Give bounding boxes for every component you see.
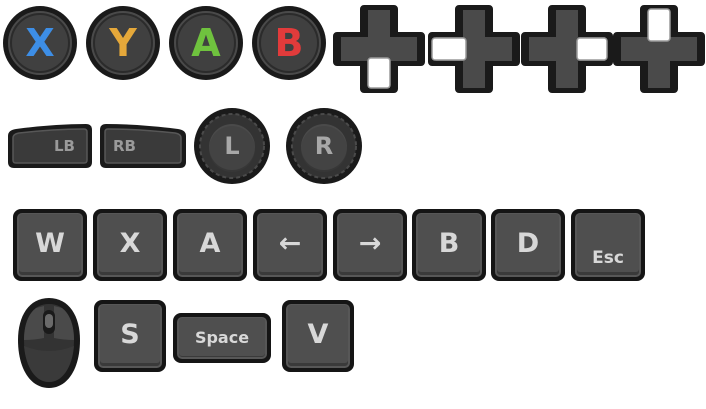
dpad-left-icon (428, 3, 520, 95)
key-b-label: B (418, 214, 480, 272)
rb-button[interactable]: RB (98, 122, 190, 170)
key-b[interactable]: B (412, 209, 486, 281)
dpad-up-icon (613, 3, 705, 95)
left-arrow-icon: ← (259, 214, 321, 272)
key-x[interactable]: X (93, 209, 167, 281)
key-space[interactable]: Space (173, 313, 271, 363)
key-s[interactable]: S (94, 300, 166, 372)
key-right-arrow[interactable]: → (333, 209, 407, 281)
key-s-label: S (100, 305, 160, 363)
key-x-label: X (99, 214, 161, 272)
key-d-label: D (497, 214, 559, 272)
lb-button[interactable]: LB (4, 122, 94, 170)
dpad-down-icon (333, 3, 425, 95)
x-button[interactable]: X (3, 6, 77, 80)
key-v-label: V (288, 305, 348, 363)
key-w[interactable]: W (13, 209, 87, 281)
y-button-label: Y (95, 15, 151, 71)
key-d[interactable]: D (491, 209, 565, 281)
rb-label: RB (113, 137, 136, 155)
mouse-icon (14, 296, 84, 390)
right-stick-label: R (314, 132, 334, 160)
key-left-arrow[interactable]: ← (253, 209, 327, 281)
key-a-label: A (179, 214, 241, 272)
lb-label: LB (54, 137, 75, 155)
right-stick[interactable]: R (285, 107, 363, 185)
b-button[interactable]: B (252, 6, 326, 80)
key-space-label: Space (179, 318, 265, 356)
x-button-label: X (12, 15, 68, 71)
key-esc[interactable]: Esc (571, 209, 645, 281)
key-esc-label: Esc (577, 214, 639, 272)
b-button-label: B (261, 15, 317, 71)
left-stick[interactable]: L (193, 107, 271, 185)
a-button-label: A (178, 15, 234, 71)
key-a[interactable]: A (173, 209, 247, 281)
key-w-label: W (19, 214, 81, 272)
a-button[interactable]: A (169, 6, 243, 80)
y-button[interactable]: Y (86, 6, 160, 80)
key-v[interactable]: V (282, 300, 354, 372)
left-stick-label: L (224, 132, 240, 160)
right-arrow-icon: → (339, 214, 401, 272)
dpad-right-icon (521, 3, 613, 95)
